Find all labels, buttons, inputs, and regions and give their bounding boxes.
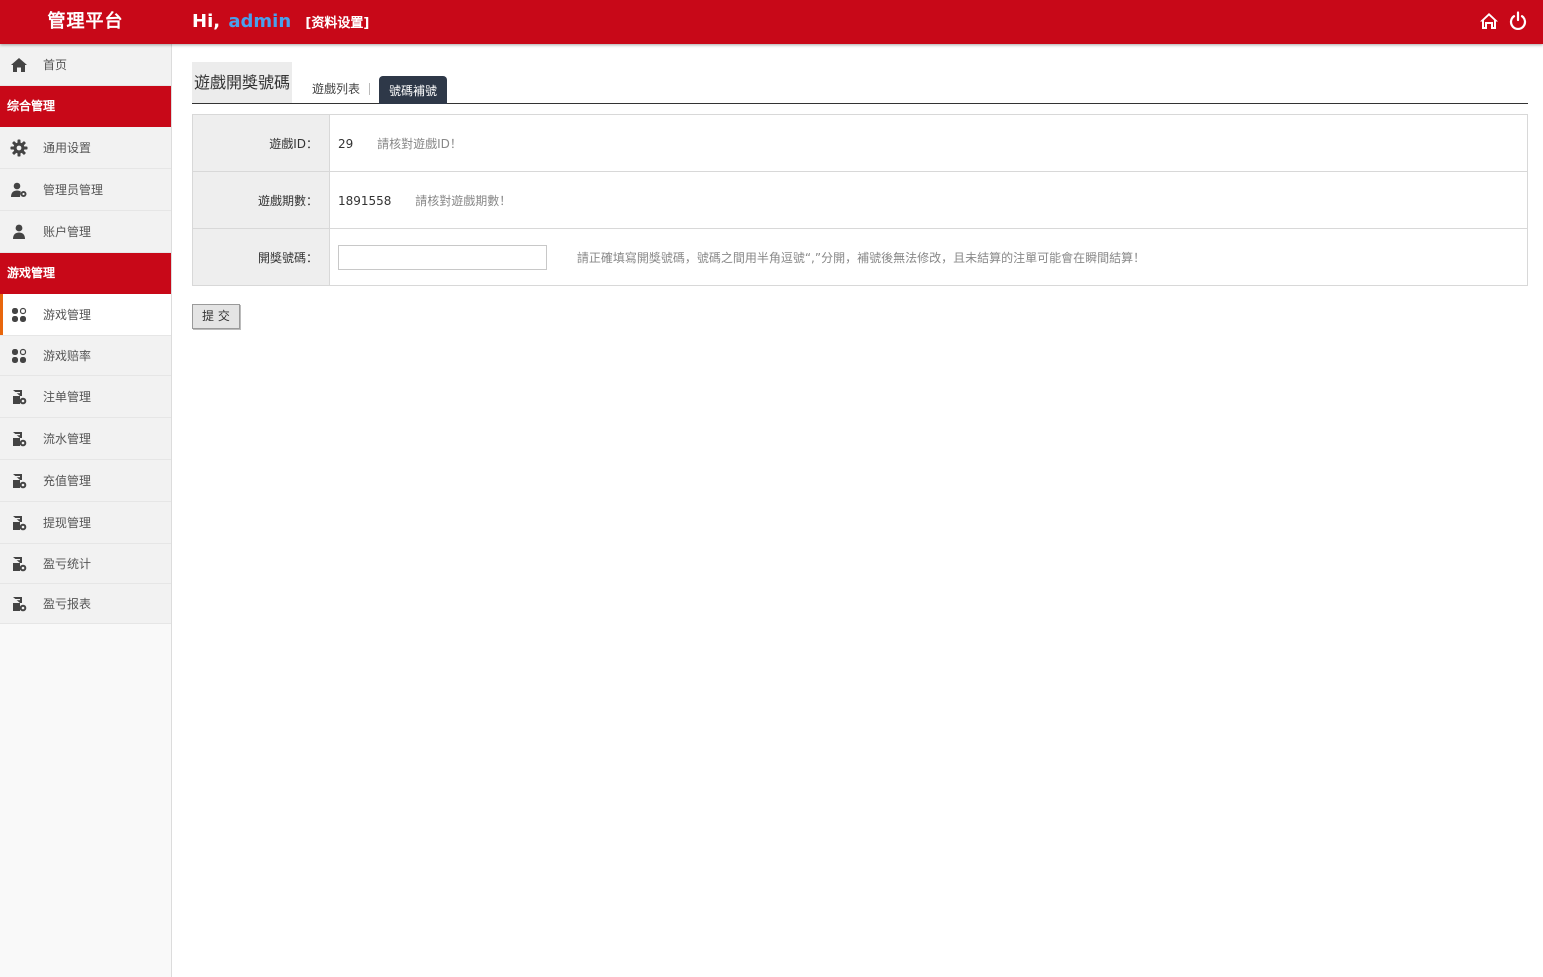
supplement-form: 遊戲ID： 29 請核對遊戲ID！ 遊戲期數： 1891558 請核對遊戲期數！… (192, 114, 1528, 286)
sidebar-item-withdraw-management[interactable]: 提现管理 (0, 502, 171, 544)
user-gear-icon (10, 181, 28, 199)
tab-number-supplement[interactable]: 號碼補號 (379, 76, 448, 104)
sidebar-item-label: 游戏赔率 (43, 349, 92, 363)
form-row-period: 遊戲期數： 1891558 請核對遊戲期數！ (192, 171, 1528, 229)
top-header: 管理平台 Hi, admin [资料设置] (0, 0, 1543, 44)
submit-button[interactable]: 提 交 (192, 304, 240, 329)
sidebar-item-admin-management[interactable]: 管理员管理 (0, 169, 171, 211)
sidebar-section-general: 综合管理 (0, 86, 171, 127)
report-icon (10, 388, 28, 406)
period-value: 1891558 (338, 193, 392, 208)
number-cell: 請正確填寫開獎號碼，號碼之間用半角逗號“,”分開，補號後無法修改，且未結算的注單… (329, 228, 1528, 286)
sidebar: 首页 综合管理 通用设置 管理员管理 账户管理 游戏管理 游戏管理 游戏赔率 注… (0, 44, 172, 977)
sidebar-item-label: 流水管理 (43, 432, 92, 446)
app-brand: 管理平台 (47, 11, 124, 32)
sidebar-item-home[interactable]: 首页 (0, 44, 171, 86)
sidebar-item-label: 首页 (43, 58, 68, 72)
tab-bar: 遊戲開獎號碼 遊戲列表 號碼補號 (192, 44, 1528, 104)
number-label: 開獎號碼： (192, 228, 330, 286)
period-cell: 1891558 請核對遊戲期數！ (329, 171, 1528, 229)
username: admin (228, 11, 292, 32)
sidebar-item-label: 提现管理 (43, 516, 92, 530)
period-hint: 請核對遊戲期數！ (415, 193, 512, 208)
sidebar-item-label: 游戏管理 (43, 308, 92, 322)
home-icon[interactable] (1479, 11, 1499, 31)
sidebar-item-label: 充值管理 (43, 474, 92, 488)
report-icon (10, 514, 28, 532)
sidebar-item-bet-management[interactable]: 注单管理 (0, 376, 171, 418)
user-icon (10, 223, 28, 241)
sidebar-item-label: 管理员管理 (43, 183, 104, 197)
sidebar-item-game-odds[interactable]: 游戏赔率 (0, 336, 171, 376)
apps-icon (10, 347, 28, 365)
game-id-label: 遊戲ID： (192, 114, 330, 172)
report-icon (10, 555, 28, 573)
sidebar-item-label: 注单管理 (43, 390, 92, 404)
sidebar-menu: 首页 综合管理 通用设置 管理员管理 账户管理 游戏管理 游戏管理 游戏赔率 注… (0, 44, 171, 624)
sidebar-section-games: 游戏管理 (0, 253, 171, 294)
game-id-value: 29 (338, 136, 354, 151)
gear-icon (10, 139, 28, 157)
report-icon (10, 595, 28, 613)
report-icon (10, 472, 28, 490)
form-row-game-id: 遊戲ID： 29 請核對遊戲ID！ (192, 114, 1528, 172)
sidebar-item-general-settings[interactable]: 通用设置 (0, 127, 171, 169)
main-content: 遊戲開獎號碼 遊戲列表 號碼補號 遊戲ID： 29 請核對遊戲ID！ 遊戲期數：… (192, 44, 1528, 329)
sidebar-item-account-management[interactable]: 账户管理 (0, 211, 171, 253)
page-title: 遊戲開獎號碼 (192, 62, 293, 103)
greeting-prefix: Hi, (192, 11, 221, 32)
game-id-hint: 請核對遊戲ID！ (377, 136, 462, 151)
sidebar-item-recharge-management[interactable]: 充值管理 (0, 460, 171, 502)
form-row-number: 開獎號碼： 請正確填寫開獎號碼，號碼之間用半角逗號“,”分開，補號後無法修改，且… (192, 228, 1528, 286)
greeting: Hi, admin [资料设置] (192, 0, 369, 44)
draw-number-input[interactable] (338, 244, 547, 270)
draw-number-hint: 請正確填寫開獎號碼，號碼之間用半角逗號“,”分開，補號後無法修改，且未結算的注單… (576, 250, 1146, 265)
sidebar-item-profit-report[interactable]: 盈亏报表 (0, 584, 171, 624)
apps-icon (10, 306, 28, 324)
sidebar-item-label: 通用设置 (43, 141, 92, 155)
home-icon (10, 56, 28, 74)
sidebar-item-game-management[interactable]: 游戏管理 (0, 294, 171, 336)
power-icon[interactable] (1508, 11, 1528, 31)
report-icon (10, 430, 28, 448)
game-id-cell: 29 請核對遊戲ID！ (329, 114, 1528, 172)
tab-game-list[interactable]: 遊戲列表 (312, 79, 360, 99)
sidebar-item-label: 盈亏统计 (43, 557, 92, 571)
period-label: 遊戲期數： (192, 171, 330, 229)
sidebar-item-label: 盈亏报表 (43, 597, 92, 611)
sidebar-item-profit-stats[interactable]: 盈亏统计 (0, 544, 171, 584)
tab-divider (369, 83, 370, 95)
header-actions (1479, 11, 1528, 31)
sidebar-item-flow-management[interactable]: 流水管理 (0, 418, 171, 460)
profile-settings-link[interactable]: [资料设置] (305, 16, 369, 31)
sidebar-item-label: 账户管理 (43, 225, 92, 239)
